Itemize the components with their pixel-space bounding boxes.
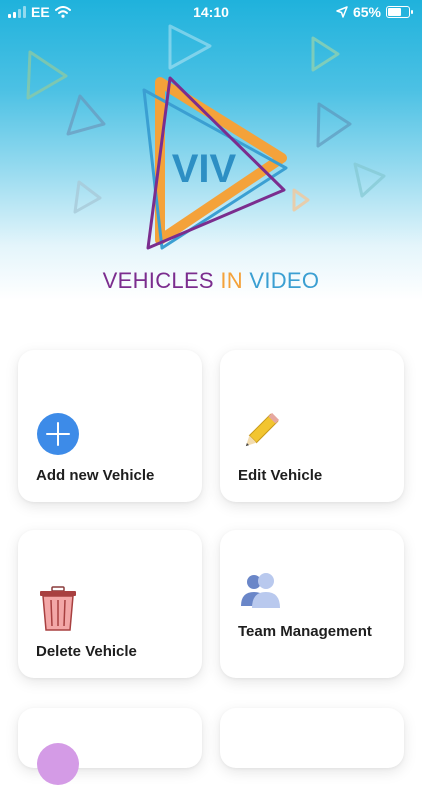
add-vehicle-label: Add new Vehicle	[36, 467, 155, 484]
menu-card-5[interactable]	[18, 708, 202, 785]
location-arrow-icon	[336, 6, 348, 18]
add-circle-icon	[37, 413, 79, 455]
battery-level	[388, 8, 401, 16]
delete-vehicle-label: Delete Vehicle	[36, 643, 137, 660]
pencil-icon	[245, 412, 280, 447]
team-icon	[241, 573, 280, 608]
title-word-video: VIDEO	[249, 268, 320, 293]
purple-circle-icon	[37, 743, 79, 785]
battery-icon	[386, 6, 413, 18]
edit-vehicle-label: Edit Vehicle	[238, 467, 323, 484]
app-logo: VIV	[142, 76, 288, 250]
team-management-card[interactable]: Team Management	[220, 530, 404, 678]
delete-vehicle-card[interactable]: Delete Vehicle	[18, 530, 202, 678]
trash-icon	[40, 586, 76, 631]
add-vehicle-card[interactable]: Add new Vehicle	[18, 350, 202, 502]
title-word-vehicles: VEHICLES	[102, 268, 214, 293]
logo-text: VIV	[172, 147, 237, 191]
battery-percent: 65%	[352, 4, 381, 20]
edit-vehicle-card[interactable]: Edit Vehicle	[220, 350, 404, 502]
team-management-label: Team Management	[238, 623, 372, 640]
menu-card-6[interactable]	[220, 708, 404, 768]
header-banner: EE 14:10 65% VIV VEHICLES IN VIDEO	[0, 0, 422, 300]
status-bar: EE 14:10 65%	[0, 0, 422, 24]
app-title: VEHICLES IN VIDEO	[0, 268, 422, 294]
title-word-in: IN	[220, 268, 243, 293]
